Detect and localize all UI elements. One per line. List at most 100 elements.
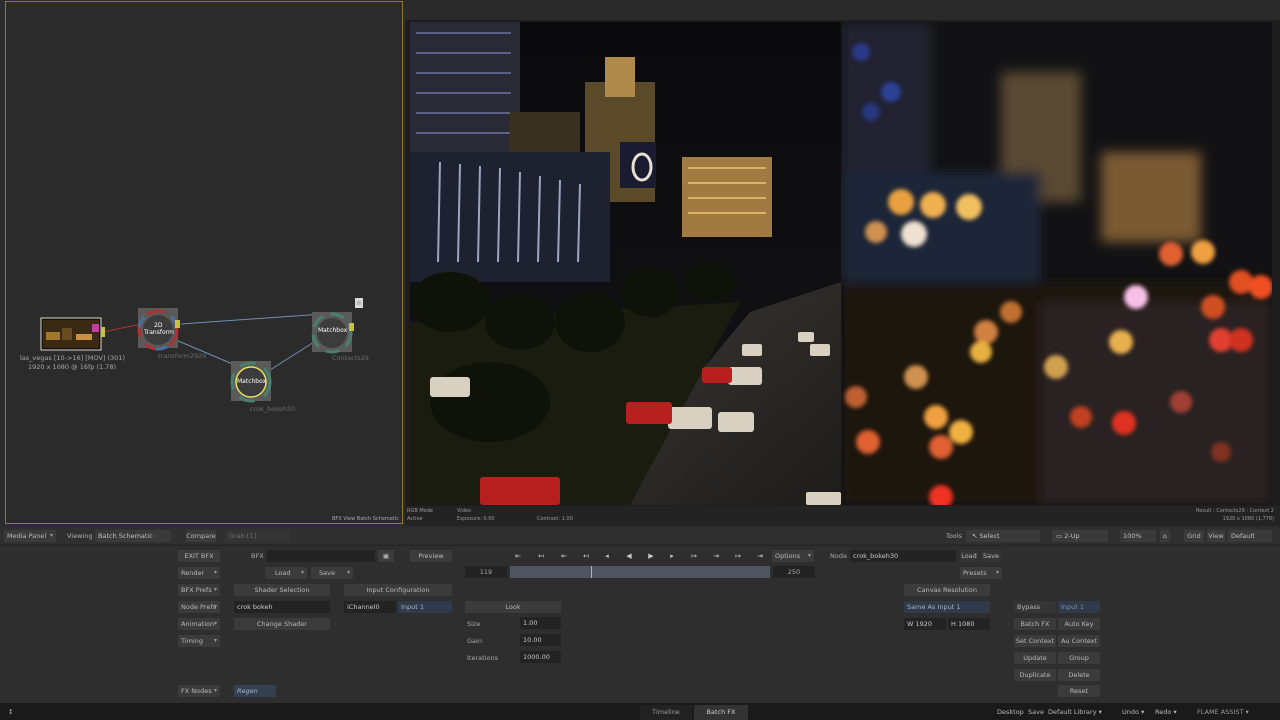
bokeh-name: crok_bokeh30 [250, 405, 296, 413]
preview-button[interactable]: Preview [410, 550, 452, 562]
compare-button[interactable]: Compare [186, 530, 216, 542]
library-dropdown[interactable]: Default Library ▾ [1048, 706, 1102, 718]
redo-button[interactable]: Redo ▾ [1155, 706, 1177, 718]
batch-schematic-panel[interactable]: las_vegas [10->16] [MOV] (301) 1920 x 10… [5, 1, 403, 524]
home-icon[interactable]: ⌂ [1160, 530, 1170, 542]
height-field[interactable]: H 1080 [948, 618, 990, 630]
desktop-button[interactable]: Desktop [997, 706, 1024, 718]
group-button[interactable]: Group [1058, 652, 1100, 664]
undo-button[interactable]: Undo ▾ [1122, 706, 1144, 718]
bfx-name-field[interactable] [267, 550, 375, 562]
zoom-dropdown[interactable]: 100% [1120, 530, 1156, 542]
gain-label: Gain [467, 637, 482, 645]
next-key-icon[interactable]: ↦ [686, 550, 702, 562]
prev-key-icon[interactable]: ↤ [578, 550, 594, 562]
grab-field[interactable]: Grab [1] [226, 530, 290, 542]
frame-start-field[interactable]: 119 [465, 566, 507, 578]
gain-field[interactable]: 10.00 [520, 634, 561, 646]
select-tool-dropdown[interactable]: ↖ Select [966, 530, 1040, 542]
grid-button[interactable]: Grid [1184, 530, 1204, 542]
viewer-toolbar: Media Panel Viewing Batch Schematic Comp… [0, 528, 1280, 544]
chevron-down-icon: ▾ [1098, 708, 1102, 716]
shader-selection-button[interactable]: Shader Selection [234, 584, 330, 596]
iterations-field[interactable]: 1000.00 [520, 651, 561, 663]
playhead[interactable] [590, 566, 592, 578]
input-1-field[interactable]: Input 1 [398, 601, 452, 613]
save-dropdown[interactable]: Save [311, 567, 353, 579]
layout-dropdown[interactable]: ▭ 2-Up [1052, 530, 1108, 542]
presets-dropdown[interactable]: Presets [960, 567, 1002, 579]
expand-icon[interactable]: ↕ [8, 706, 13, 718]
exit-bfx-button[interactable]: EXIT BFX [178, 550, 220, 562]
frame-end-field[interactable]: 250 [773, 566, 815, 578]
timing-button[interactable]: Timing [178, 635, 220, 647]
same-as-input-dropdown[interactable]: Same As Input 1 [904, 601, 990, 613]
timeline-scrubber[interactable] [510, 566, 770, 578]
delete-button[interactable]: Delete [1058, 669, 1100, 681]
shader-name-field[interactable]: crok bokeh [234, 601, 330, 613]
au-context-button[interactable]: Au Context [1058, 635, 1100, 647]
ichannel-field[interactable]: iChannel0 [344, 601, 396, 613]
input-configuration-button[interactable]: Input Configuration [344, 584, 452, 596]
camera-icon[interactable]: ▣ [378, 550, 394, 562]
auto-key-button[interactable]: Auto Key [1058, 618, 1100, 630]
viewing-dropdown[interactable]: Batch Schematic [95, 530, 171, 542]
look-tab[interactable]: Look [465, 601, 561, 613]
next-keyframe-icon[interactable]: ↦ [730, 550, 746, 562]
play-forward-icon[interactable]: ▶ [643, 550, 659, 562]
step-back-icon[interactable]: ◂ [599, 550, 615, 562]
step-forward-icon[interactable]: ▸ [664, 550, 680, 562]
clip-name: las_vegas [10->16] [MOV] (301) [20, 354, 125, 362]
chevron-down-icon: ▾ [1173, 708, 1177, 716]
transform-name: transform2929 [158, 352, 207, 360]
batch-fx-button[interactable]: Batch FX [1014, 618, 1056, 630]
go-to-start-icon[interactable]: ⇤ [510, 550, 526, 562]
document-icon[interactable] [355, 298, 363, 308]
render-dropdown[interactable]: Render [178, 567, 220, 579]
schematic-links [40, 298, 363, 403]
contacts-title: Matchbox [318, 327, 348, 334]
node-prefs-button[interactable]: Node Prefs [178, 601, 220, 613]
media-panel-dropdown[interactable]: Media Panel [4, 530, 56, 542]
node-name-field[interactable]: crok_bokeh30 [850, 550, 956, 562]
tab-timeline[interactable]: Timeline [640, 705, 692, 720]
prev-keyframe-icon[interactable]: ↤ [533, 550, 549, 562]
rgb-mode-value: Active [407, 516, 423, 522]
animation-button[interactable]: Animation [178, 618, 220, 630]
status-save-button[interactable]: Save [1028, 706, 1044, 718]
bypass-button[interactable]: Bypass [1014, 601, 1056, 613]
bfx-prefs-button[interactable]: BFX Prefs [178, 584, 220, 596]
node-save-button[interactable]: Save [981, 550, 1001, 562]
clip-node[interactable] [40, 317, 105, 351]
load-dropdown[interactable]: Load [265, 567, 307, 579]
update-button[interactable]: Update [1014, 652, 1056, 664]
size-field[interactable]: 1.00 [520, 617, 561, 629]
prev-mark-icon[interactable]: ⇤ [556, 550, 572, 562]
default-dropdown[interactable]: Default [1228, 530, 1272, 542]
reset-button[interactable]: Reset [1058, 685, 1100, 697]
viewer-image-right[interactable] [841, 22, 1272, 505]
regen-toggle[interactable]: Regen [234, 685, 276, 697]
options-dropdown[interactable]: Options [772, 550, 814, 562]
tab-batch-fx[interactable]: Batch FX [694, 705, 748, 720]
result-readout: Result : Contacts29 : Context 2 [1196, 508, 1274, 514]
fx-nodes-button[interactable]: FX Nodes [178, 685, 220, 697]
tools-label: Tools [946, 532, 963, 540]
go-to-end-icon[interactable]: ⇥ [752, 550, 768, 562]
set-context-button[interactable]: Set Context [1014, 635, 1056, 647]
status-bar: ↕ Timeline Batch FX Desktop Save Default… [0, 703, 1280, 720]
viewer-image-left[interactable] [410, 22, 841, 505]
app-name-dropdown[interactable]: FLAME ASSIST ▾ [1197, 706, 1249, 718]
width-field[interactable]: W 1920 [904, 618, 946, 630]
node-load-button[interactable]: Load [960, 550, 978, 562]
duplicate-button[interactable]: Duplicate [1014, 669, 1056, 681]
play-reverse-icon[interactable]: ◀ [621, 550, 637, 562]
clip-info: 1920 x 1080 @ 16fp (1.78) [28, 363, 116, 371]
bypass-input-field[interactable]: Input 1 [1058, 601, 1100, 613]
view-button[interactable]: View [1207, 530, 1225, 542]
change-shader-button[interactable]: Change Shader [234, 618, 330, 630]
canvas-resolution-button[interactable]: Canvas Resolution [904, 584, 990, 596]
size-label: Size [467, 620, 481, 628]
next-mark-icon[interactable]: ⇥ [708, 550, 724, 562]
transform-title-2: Transform [144, 329, 174, 336]
